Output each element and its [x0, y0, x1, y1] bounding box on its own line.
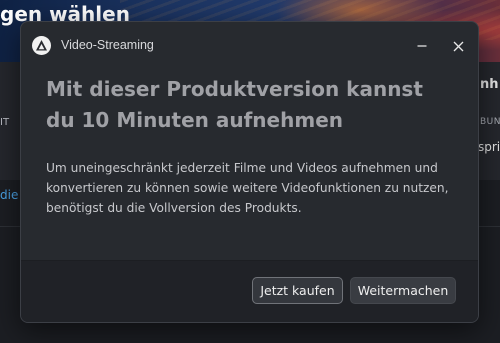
dialog-headline: Mit dieser Produktversion kannst du 10 M…	[46, 77, 423, 132]
background-right-label: BUN	[480, 117, 500, 127]
close-icon	[453, 41, 463, 51]
window-title: Video-Streaming	[61, 38, 154, 52]
screen: gen wählen IT die nh BUN spri Video-Stre…	[0, 0, 500, 343]
background-right-text: spri	[478, 140, 500, 154]
dialog-footer: Jetzt kaufen Weitermachen	[21, 260, 478, 322]
buy-now-button[interactable]: Jetzt kaufen	[252, 277, 343, 304]
minimize-icon	[417, 45, 427, 47]
continue-button[interactable]: Weitermachen	[350, 277, 456, 304]
app-logo-icon	[32, 36, 51, 55]
minimize-button[interactable]	[409, 34, 435, 58]
background-left-link[interactable]: die	[0, 188, 18, 202]
dialog-body-text: Um uneingeschränkt jederzeit Filme und V…	[46, 161, 449, 215]
close-button[interactable]	[445, 34, 471, 58]
upgrade-dialog: Video-Streaming Mit dieser Produktversio…	[20, 21, 479, 323]
background-left-label: IT	[0, 117, 10, 128]
dialog-titlebar[interactable]: Video-Streaming	[21, 22, 478, 70]
background-right-heading: nh	[480, 77, 499, 92]
